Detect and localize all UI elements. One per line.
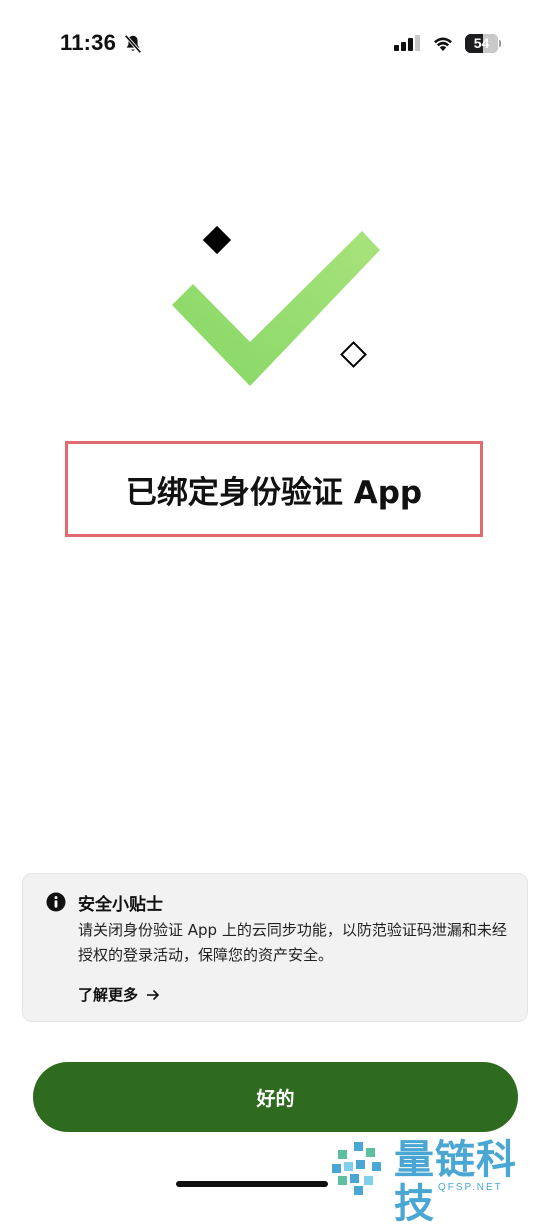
battery-nub xyxy=(499,40,501,47)
battery-body: 54 xyxy=(465,34,498,53)
watermark-logo xyxy=(332,1142,381,1195)
page-title: 已绑定身份验证 App xyxy=(125,474,423,511)
success-illustration xyxy=(172,225,380,386)
wifi-icon xyxy=(434,37,452,51)
watermark-subtext: QFSP.NET xyxy=(438,1182,503,1193)
arrow-right-icon xyxy=(147,989,160,1000)
status-time: 11:36 xyxy=(60,30,117,55)
security-tip-card: 安全小贴士 请关闭身份验证 App 上的云同步功能，以防范验证码泄漏和未经授权的… xyxy=(22,873,528,1022)
info-icon xyxy=(46,892,66,912)
status-bar: 11:36 54 xyxy=(0,0,551,90)
battery-level: 54 xyxy=(473,35,490,51)
home-indicator[interactable] xyxy=(176,1181,328,1187)
cellular-signal-icon xyxy=(394,35,420,51)
bell-slash-icon xyxy=(124,34,142,54)
title-highlight-box: 已绑定身份验证 App xyxy=(65,441,483,537)
diamond-filled-decoration xyxy=(202,225,232,255)
diamond-outline-decoration xyxy=(340,341,367,368)
tip-title: 安全小贴士 xyxy=(78,895,163,915)
tip-body: 请关闭身份验证 App 上的云同步功能，以防范验证码泄漏和未经授权的登录活动，保… xyxy=(78,921,507,964)
learn-more-link[interactable]: 了解更多 xyxy=(78,984,160,1005)
watermark: 量链科技 QFSP.NET xyxy=(330,1138,551,1226)
learn-more-label: 了解更多 xyxy=(78,986,139,1004)
battery-icon: 54 xyxy=(465,34,501,53)
ok-button[interactable]: 好的 xyxy=(33,1062,518,1132)
